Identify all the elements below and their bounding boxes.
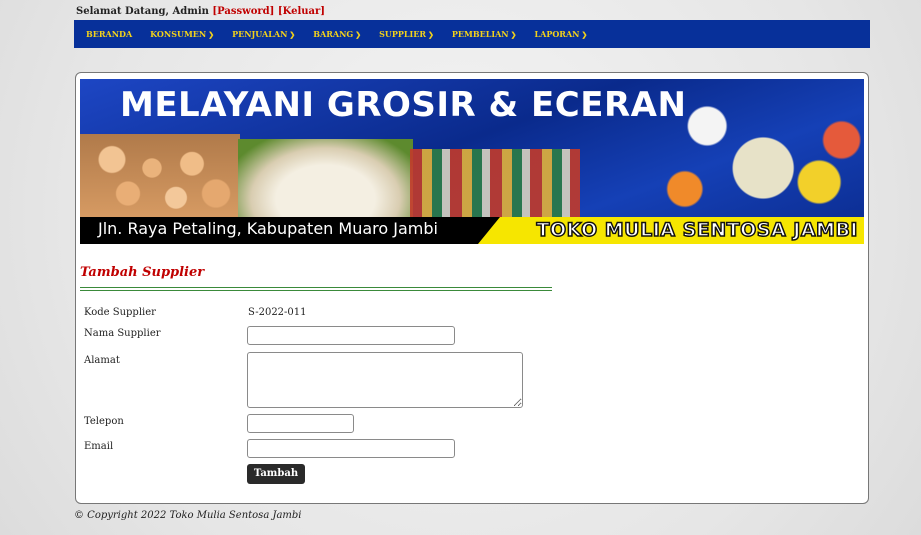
market-image [410, 149, 580, 219]
chevron-down-icon: ❯ [428, 30, 434, 39]
nav-beranda[interactable]: BERANDA [86, 29, 132, 39]
nav-penjualan[interactable]: PENJUALAN ❯ [232, 29, 295, 39]
store-banner: MELAYANI GROSIR & ECERAN Jln. Raya Petal… [80, 79, 864, 244]
nav-pembelian[interactable]: PEMBELIAN ❯ [452, 29, 517, 39]
email-input[interactable] [247, 439, 455, 458]
nav-barang[interactable]: BARANG ❯ [313, 29, 361, 39]
email-label: Email [84, 441, 114, 452]
nav-label: BARANG [313, 29, 354, 39]
logout-link[interactable]: Keluar [283, 6, 321, 17]
chevron-down-icon: ❯ [581, 30, 588, 39]
nama-supplier-label: Nama Supplier [84, 328, 161, 339]
chevron-down-icon: ❯ [510, 30, 517, 39]
main-navbar: BERANDA KONSUMEN ❯ PENJUALAN ❯ BARANG ❯ SUP… [74, 20, 870, 48]
nav-laporan[interactable]: LAPORAN ❯ [534, 29, 587, 39]
nav-label: KONSUMEN [150, 29, 207, 39]
chevron-down-icon: ❯ [355, 30, 362, 39]
rice-image [238, 139, 413, 219]
nav-supplier[interactable]: SUPPLIER ❯ [379, 29, 434, 39]
kode-supplier-label: Kode Supplier [84, 307, 156, 318]
nav-label: SUPPLIER [379, 29, 427, 39]
nav-label: PEMBELIAN [451, 29, 509, 39]
welcome-text: Selamat Datang, Admin [Password] [Keluar… [76, 6, 325, 17]
telepon-input[interactable] [247, 414, 354, 433]
alamat-label: Alamat [84, 355, 120, 366]
title-divider [80, 287, 552, 291]
banner-address: Jln. Raya Petaling, Kabupaten Muaro Jamb… [98, 219, 438, 238]
telepon-label: Telepon [84, 416, 124, 427]
chevron-down-icon: ❯ [289, 30, 296, 39]
form-title: Tambah Supplier [80, 265, 205, 280]
tambah-button[interactable]: Tambah [247, 464, 305, 484]
eggs-image [80, 134, 240, 219]
welcome-prefix: Selamat Datang, Admin [76, 6, 209, 17]
password-link[interactable]: Password [217, 6, 270, 17]
banner-title: MELAYANI GROSIR & ECERAN [120, 85, 687, 125]
nama-supplier-input[interactable] [247, 326, 455, 345]
nav-konsumen[interactable]: KONSUMEN ❯ [150, 29, 214, 39]
kode-supplier-value: S-2022-011 [248, 307, 307, 318]
nav-label: BERANDA [86, 29, 133, 39]
banner-store-name: TOKO MULIA SENTOSA JAMBI [478, 217, 864, 244]
chevron-down-icon: ❯ [208, 30, 215, 39]
alamat-textarea[interactable] [247, 352, 523, 408]
nav-label: PENJUALAN [232, 29, 288, 39]
nav-label: LAPORAN [534, 29, 580, 39]
content-card: MELAYANI GROSIR & ECERAN Jln. Raya Petal… [75, 72, 869, 504]
footer-copyright: © Copyright 2022 Toko Mulia Sentosa Jamb… [74, 510, 302, 521]
